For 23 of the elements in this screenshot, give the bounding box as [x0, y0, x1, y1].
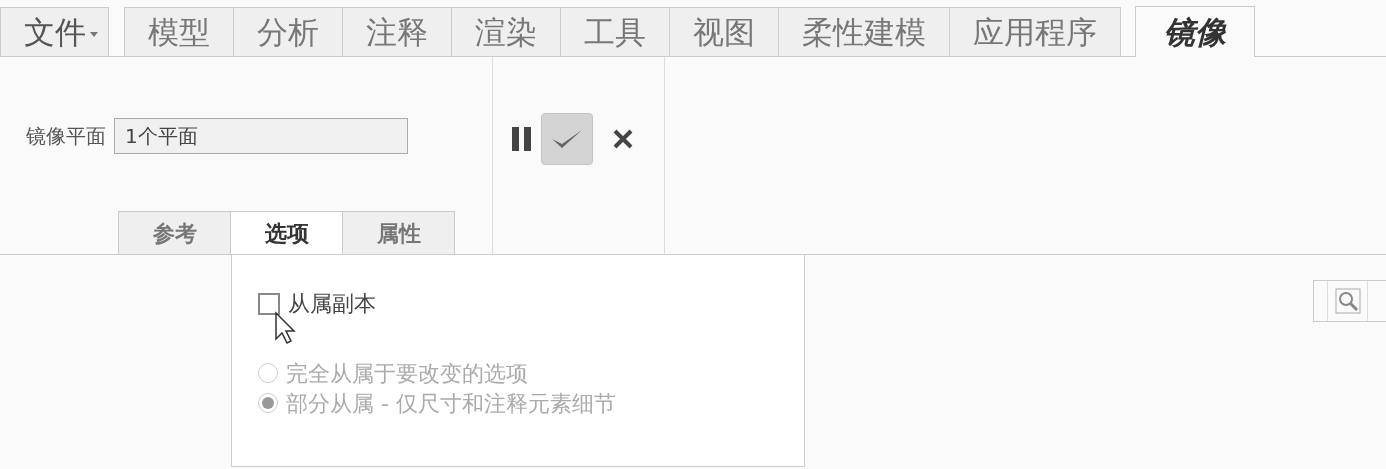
panel-tab[interactable]: 选项 — [230, 211, 343, 254]
close-icon — [612, 129, 634, 149]
ribbon-tab[interactable]: 渲染 — [451, 7, 561, 56]
ribbon-tab[interactable]: 注释 — [342, 7, 452, 56]
checkbox-label: 从属副本 — [288, 290, 376, 318]
file-menu[interactable]: 文件 — [0, 7, 109, 56]
ribbon-tab[interactable]: 分析 — [233, 7, 343, 56]
mirror-plane-field[interactable]: 1个平面 — [114, 118, 408, 154]
ribbon-tab[interactable]: 镜像 — [1135, 6, 1255, 57]
checkbox[interactable] — [258, 292, 280, 315]
caret-icon — [90, 31, 98, 37]
panel-tab[interactable]: 属性 — [342, 211, 455, 254]
ribbon-tab[interactable]: 模型 — [124, 7, 234, 56]
panel-tab[interactable]: 参考 — [118, 211, 231, 254]
ribbon-tab[interactable]: 工具 — [560, 7, 670, 56]
field-label: 镜像平面 — [26, 123, 106, 150]
radio-label: 完全从属于要改变的选项 — [286, 359, 528, 388]
radio-label: 部分从属 - 仅尺寸和注释元素细节 — [286, 389, 616, 418]
ribbon-tab[interactable]: 视图 — [669, 7, 779, 56]
ribbon-tab[interactable]: 柔性建模 — [778, 7, 950, 56]
ribbon-tab[interactable]: 应用程序 — [949, 7, 1121, 56]
pause-icon — [512, 127, 532, 151]
search-icon — [1334, 288, 1361, 314]
